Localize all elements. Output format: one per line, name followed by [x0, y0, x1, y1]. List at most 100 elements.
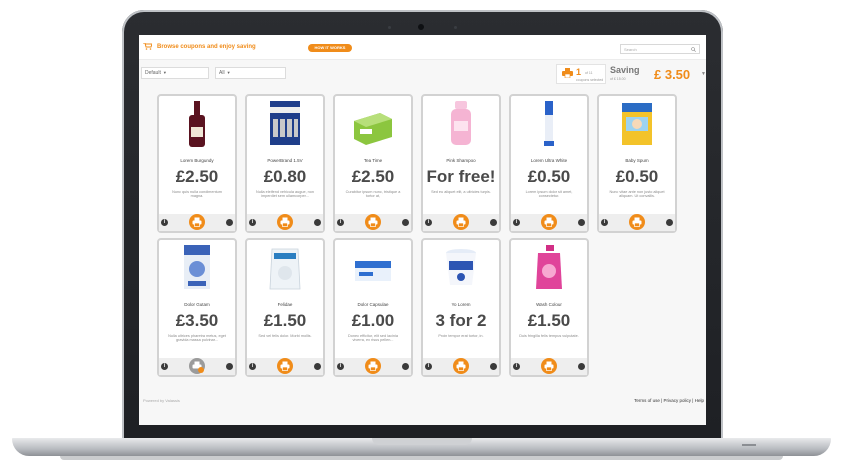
coupon-card[interactable]: Dolor Gutam £3.50 Nulla ultrices pharetr… [157, 238, 237, 377]
printer-icon [632, 217, 642, 227]
category-dropdown[interactable]: All ▼ [215, 67, 286, 79]
sensor-dot [454, 26, 457, 29]
coupon-description: Curabitur ipsum nunc, tristique a tortor… [345, 190, 401, 199]
coupon-actions: i [335, 214, 411, 231]
yogurt-cup-icon [446, 249, 476, 285]
print-coupon-button[interactable] [365, 214, 381, 230]
print-coupon-button[interactable] [541, 214, 557, 230]
search-input[interactable]: Search [620, 44, 700, 54]
share-icon[interactable] [314, 363, 321, 370]
coupon-description: Nunc vitae ante non justo aliquet aliqua… [609, 190, 665, 199]
coupon-title: PowerBrand 1.5V [267, 158, 303, 163]
share-icon[interactable] [402, 219, 409, 226]
search-icon[interactable] [691, 47, 696, 52]
coupon-card[interactable]: Lorem Ultra White £0.50 Lorem ipsum dolo… [509, 94, 589, 233]
print-count: 1 [576, 67, 582, 77]
coupon-title: Felidae [277, 302, 293, 307]
toothpaste-icon [544, 101, 554, 146]
share-icon[interactable] [578, 219, 585, 226]
info-icon[interactable]: i [249, 363, 256, 370]
share-icon[interactable] [226, 363, 233, 370]
coupon-actions: i [159, 214, 235, 231]
info-icon[interactable]: i [161, 363, 168, 370]
info-icon[interactable]: i [249, 219, 256, 226]
batteries-icon [270, 101, 300, 145]
coupon-card[interactable]: PowerBrand 1.5V £0.80 Nulla eleifend veh… [245, 94, 325, 233]
coupon-price: £0.50 [615, 167, 659, 186]
share-icon[interactable] [226, 219, 233, 226]
coupon-card[interactable]: Tea Time £2.50 Curabitur ipsum nunc, tri… [333, 94, 413, 233]
coupon-description: Donec efficitur, elit sed lacinia viverr… [348, 334, 398, 343]
print-coupon-button[interactable] [629, 214, 645, 230]
info-icon[interactable]: i [601, 219, 608, 226]
print-coupon-button[interactable] [189, 214, 205, 230]
coupon-title: Pink Shampoo [446, 158, 476, 163]
info-icon[interactable]: i [425, 363, 432, 370]
coupon-card[interactable]: Pink Shampoo For free! Sed eu aliquet el… [421, 94, 501, 233]
info-icon[interactable]: i [337, 363, 344, 370]
coupon-grid: Lorem Burgundy £2.50 Nunc quis nulla con… [157, 94, 677, 414]
coupon-description: Nulla ultrices pharetra metus, eget grav… [168, 334, 226, 343]
printed-coupon-indicator[interactable] [189, 358, 205, 374]
coupon-card[interactable]: Yo Lorem 3 for 2 Proin tempor erat torto… [421, 238, 501, 377]
coupon-card[interactable]: Wash Colour £1.50 Duis fringilla felis t… [509, 238, 589, 377]
share-icon[interactable] [578, 363, 585, 370]
coupon-title: Yo Lorem [451, 302, 471, 307]
chevron-down-icon[interactable]: ▼ [701, 71, 706, 77]
printer-icon [368, 361, 378, 371]
info-icon[interactable]: i [513, 219, 520, 226]
coupon-price: £0.80 [263, 167, 307, 186]
how-it-works-button[interactable]: HOW IT WORKS [308, 44, 352, 52]
saving-label: Saving [610, 65, 640, 75]
print-coupons-button[interactable]: 1 of 11 coupons selected [556, 64, 606, 84]
share-icon[interactable] [490, 219, 497, 226]
sort-value: Default [145, 70, 161, 76]
coupon-title: Wash Colour [536, 302, 562, 307]
coupon-card[interactable]: Baby Spum £0.50 Nunc vitae ante non just… [597, 94, 677, 233]
info-icon[interactable]: i [161, 219, 168, 226]
print-coupon-button[interactable] [277, 214, 293, 230]
wine-bottle-icon [189, 101, 205, 147]
info-icon[interactable]: i [425, 219, 432, 226]
print-coupon-button[interactable] [277, 358, 293, 374]
powered-by: Powered by Valassis [143, 398, 180, 403]
info-icon[interactable]: i [513, 363, 520, 370]
coupon-title: Tea Time [363, 158, 383, 163]
share-icon[interactable] [490, 363, 497, 370]
sensor-dot [388, 26, 391, 29]
share-icon[interactable] [314, 219, 321, 226]
coupon-title: Lorem Burgundy [180, 158, 214, 163]
webcam-icon [418, 24, 424, 30]
print-coupon-button[interactable] [453, 358, 469, 374]
cart-icon [143, 43, 152, 50]
coupon-title: Dolor Capsulae [357, 302, 389, 307]
coupon-price: £1.50 [263, 311, 307, 330]
coupon-price: £2.50 [175, 167, 219, 186]
printer-icon [562, 68, 573, 78]
print-coupon-button[interactable] [453, 214, 469, 230]
sort-dropdown[interactable]: Default ▼ [141, 67, 209, 79]
print-coupon-button[interactable] [365, 358, 381, 374]
print-coupon-button[interactable] [541, 358, 557, 374]
coupon-title: Baby Spum [625, 158, 649, 163]
printer-icon [456, 361, 466, 371]
footer-links[interactable]: Terms of use | Privacy policy | Help [634, 398, 704, 403]
coupon-description: Lorem ipsum dolor sit amet, consectetur. [525, 190, 573, 199]
capsules-box-icon [355, 261, 391, 281]
baby-box-icon [622, 103, 652, 145]
coupon-actions: i [423, 214, 499, 231]
coupon-card[interactable]: Felidae £1.50 Sed vel felis dolor. Morbi… [245, 238, 325, 377]
info-icon[interactable]: i [337, 219, 344, 226]
coupon-card[interactable]: Lorem Burgundy £2.50 Nunc quis nulla con… [157, 94, 237, 233]
coupon-card[interactable]: Dolor Capsulae £1.00 Donec efficitur, el… [333, 238, 413, 377]
detergent-bottle-icon [536, 245, 562, 289]
share-icon[interactable] [402, 363, 409, 370]
coupon-actions: i [511, 214, 587, 231]
share-icon[interactable] [666, 219, 673, 226]
coupon-actions: i [335, 358, 411, 375]
saving-summary[interactable]: Saving of £ 15.00 £ 3.50 ▼ [610, 64, 706, 84]
cereal-box-icon [184, 245, 210, 289]
coupon-actions: i [423, 358, 499, 375]
coupon-actions: i [599, 214, 675, 231]
printer-icon [368, 217, 378, 227]
